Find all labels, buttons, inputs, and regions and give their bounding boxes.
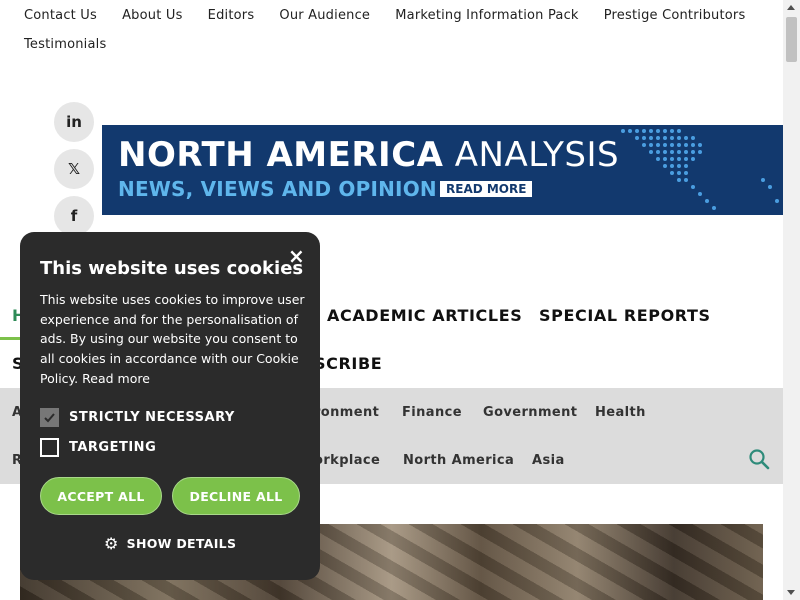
- targeting-checkbox[interactable]: [40, 438, 59, 457]
- strictly-necessary-checkbox[interactable]: [40, 408, 59, 427]
- nav-subscribe[interactable]: SCRIBE: [314, 354, 382, 373]
- subnav-health[interactable]: Health: [595, 405, 646, 420]
- social-icons: in 𝕏 f: [54, 102, 94, 243]
- page-scrollbar[interactable]: [783, 0, 800, 600]
- banner-subtitle: NEWS, VIEWS AND OPINION: [118, 177, 437, 201]
- linkedin-icon[interactable]: in: [54, 102, 94, 142]
- targeting-label: TARGETING: [69, 440, 157, 455]
- gear-icon: ⚙: [104, 534, 119, 553]
- nav-academic-articles[interactable]: ACADEMIC ARTICLES: [327, 306, 522, 325]
- nav-special-reports[interactable]: SPECIAL REPORTS: [539, 306, 711, 325]
- x-icon[interactable]: 𝕏: [54, 149, 94, 189]
- map-dots-graphic: [621, 129, 779, 210]
- cookie-title: This website uses cookies: [40, 258, 304, 279]
- facebook-icon[interactable]: f: [54, 196, 94, 236]
- strictly-necessary-label: STRICTLY NECESSARY: [69, 410, 235, 425]
- scroll-up-arrow-icon[interactable]: [787, 5, 795, 10]
- cookie-body-text: This website uses cookies to improve use…: [40, 292, 305, 386]
- strictly-necessary-option[interactable]: STRICTLY NECESSARY: [40, 408, 235, 427]
- subnav-finance[interactable]: Finance: [402, 405, 462, 420]
- scroll-down-arrow-icon[interactable]: [787, 590, 795, 595]
- our-audience-link[interactable]: Our Audience: [279, 9, 370, 23]
- top-links: Contact Us About Us Editors Our Audience…: [14, 4, 774, 62]
- x-glyph: 𝕏: [67, 160, 81, 178]
- banner-read-more[interactable]: READ MORE: [440, 181, 533, 197]
- subnav-government[interactable]: Government: [483, 405, 577, 420]
- north-america-analysis-banner[interactable]: NORTH AMERICA ANALYSIS NEWS, VIEWS AND O…: [102, 125, 783, 215]
- search-icon[interactable]: [748, 448, 770, 470]
- decline-all-button[interactable]: DECLINE ALL: [172, 477, 300, 515]
- checkmark-icon: [44, 413, 55, 423]
- banner-title-bold: NORTH AMERICA: [118, 135, 444, 175]
- scrollbar-thumb[interactable]: [786, 17, 797, 62]
- subnav-north-america[interactable]: North America: [403, 453, 514, 468]
- subnav-environment[interactable]: ronment: [314, 405, 379, 420]
- prestige-contributors-link[interactable]: Prestige Contributors: [604, 9, 746, 23]
- subnav-asia[interactable]: Asia: [532, 453, 565, 468]
- cookie-read-more-link[interactable]: Read more: [82, 371, 150, 386]
- show-details-label: SHOW DETAILS: [126, 536, 237, 551]
- contact-us-link[interactable]: Contact Us: [24, 9, 97, 23]
- banner-title-light: ANALYSIS: [454, 135, 620, 175]
- subnav-workplace[interactable]: orkplace: [314, 453, 380, 468]
- show-details-button[interactable]: ⚙ SHOW DETAILS: [104, 534, 236, 553]
- facebook-glyph: f: [70, 207, 78, 225]
- about-us-link[interactable]: About Us: [122, 9, 182, 23]
- banner-title: NORTH AMERICA ANALYSIS: [118, 135, 619, 175]
- cookie-body: This website uses cookies to improve use…: [40, 290, 308, 389]
- testimonials-link[interactable]: Testimonials: [24, 38, 106, 52]
- accept-all-button[interactable]: ACCEPT ALL: [40, 477, 162, 515]
- targeting-option[interactable]: TARGETING: [40, 438, 156, 457]
- cookie-consent-dialog: × This website uses cookies This website…: [20, 232, 320, 580]
- linkedin-glyph: in: [66, 113, 82, 131]
- marketing-pack-link[interactable]: Marketing Information Pack: [395, 9, 578, 23]
- editors-link[interactable]: Editors: [208, 9, 255, 23]
